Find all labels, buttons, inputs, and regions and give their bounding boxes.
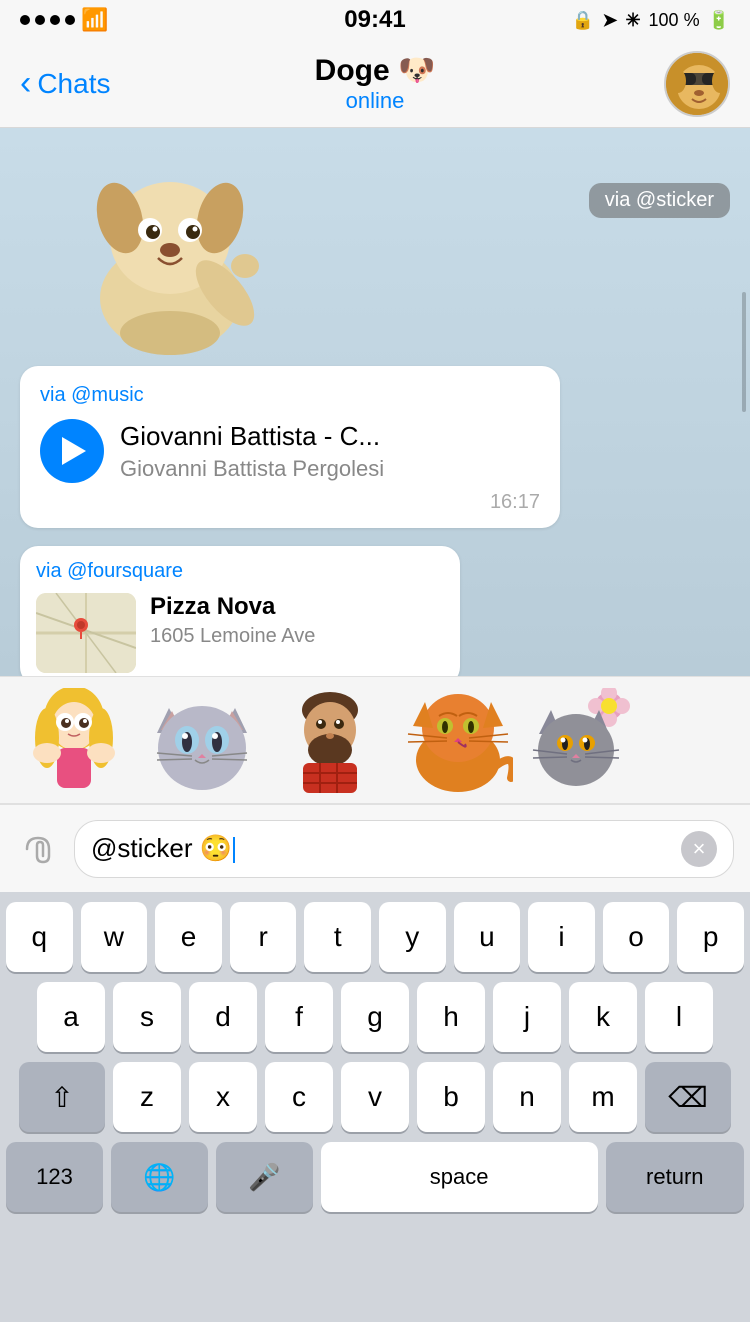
music-content: Giovanni Battista - C... Giovanni Battis…: [40, 419, 540, 483]
sticker-man[interactable]: [270, 685, 390, 795]
via-foursquare-label: via @foursquare: [36, 560, 444, 583]
numbers-key[interactable]: 123: [6, 1142, 103, 1212]
map-thumbnail: [36, 593, 136, 673]
key-v[interactable]: v: [341, 1062, 409, 1132]
keyboard: q w e r t y u i o p a s d f g h j k l ⇧ …: [0, 892, 750, 1322]
battery-label: 100 %: [649, 10, 700, 31]
key-e[interactable]: e: [155, 902, 222, 972]
wifi-icon: 📶: [81, 7, 108, 33]
key-n[interactable]: n: [493, 1062, 561, 1132]
key-d[interactable]: d: [189, 982, 257, 1052]
play-icon: [62, 437, 86, 465]
delete-key[interactable]: ⌫: [645, 1062, 731, 1132]
sticker-panel: [0, 676, 750, 804]
key-k[interactable]: k: [569, 982, 637, 1052]
signal-dots: [20, 15, 75, 25]
globe-key[interactable]: 🌐: [111, 1142, 208, 1212]
sticker-gray-cat[interactable]: [142, 685, 262, 795]
key-g[interactable]: g: [341, 982, 409, 1052]
key-t[interactable]: t: [304, 902, 371, 972]
clear-icon: ×: [693, 836, 706, 862]
nav-bar: ‹ Chats Doge 🐶 online: [0, 40, 750, 128]
dog-sticker-image: [50, 148, 290, 358]
location-icon: ➤: [602, 10, 617, 31]
keyboard-row-4: 123 🌐 🎤 space return: [6, 1142, 744, 1212]
key-w[interactable]: w: [81, 902, 148, 972]
status-left: 📶: [20, 7, 108, 33]
place-name: Pizza Nova: [150, 593, 315, 621]
key-r[interactable]: r: [230, 902, 297, 972]
avatar-image: [666, 51, 728, 117]
keyboard-row-2: a s d f g h j k l: [6, 982, 744, 1052]
key-z[interactable]: z: [113, 1062, 181, 1132]
mic-key[interactable]: 🎤: [216, 1142, 313, 1212]
via-music-label: via @music: [40, 384, 540, 407]
back-label: Chats: [37, 68, 110, 100]
text-cursor: [233, 837, 235, 863]
shift-key[interactable]: ⇧: [19, 1062, 105, 1132]
key-b[interactable]: b: [417, 1062, 485, 1132]
key-m[interactable]: m: [569, 1062, 637, 1132]
input-field[interactable]: @sticker 😳 ×: [74, 820, 734, 878]
key-f[interactable]: f: [265, 982, 333, 1052]
foursquare-content: Pizza Nova 1605 Lemoine Ave: [36, 593, 444, 673]
sticker-message: [0, 128, 340, 358]
chat-title: Doge 🐶: [315, 53, 436, 88]
chat-area: 16:17 via @sticker via @music Giovanni B…: [0, 128, 750, 676]
music-message: via @music Giovanni Battista - C... Giov…: [20, 366, 560, 528]
clear-button[interactable]: ×: [681, 831, 717, 867]
sticker-orange-cat[interactable]: [398, 685, 518, 795]
status-right: 🔒 ➤ ✳ 100 % 🔋: [572, 10, 730, 31]
foursquare-message: via @foursquare Pizza Nova 1605 Lemoine …: [20, 546, 460, 676]
via-sticker-label: via @sticker: [589, 183, 730, 218]
place-info: Pizza Nova 1605 Lemoine Ave: [150, 593, 315, 648]
sticker-cat-flower[interactable]: [526, 685, 646, 795]
battery-icon: 🔋: [708, 10, 730, 31]
input-bar: @sticker 😳 ×: [0, 804, 750, 892]
key-h[interactable]: h: [417, 982, 485, 1052]
key-p[interactable]: p: [677, 902, 744, 972]
input-text: @sticker 😳: [91, 833, 681, 864]
key-i[interactable]: i: [528, 902, 595, 972]
place-address: 1605 Lemoine Ave: [150, 625, 315, 648]
status-time: 09:41: [344, 6, 405, 34]
sticker-girl[interactable]: [14, 685, 134, 795]
keyboard-row-3: ⇧ z x c v b n m ⌫: [6, 1062, 744, 1132]
play-button[interactable]: [40, 419, 104, 483]
nav-center: Doge 🐶 online: [315, 53, 436, 114]
attach-button[interactable]: [16, 827, 60, 871]
status-bar: 📶 09:41 🔒 ➤ ✳ 100 % 🔋: [0, 0, 750, 40]
return-key[interactable]: return: [606, 1142, 744, 1212]
keyboard-row-1: q w e r t y u i o p: [6, 902, 744, 972]
space-key[interactable]: space: [321, 1142, 598, 1212]
online-status: online: [315, 88, 436, 114]
key-s[interactable]: s: [113, 982, 181, 1052]
music-timestamp: 16:17: [40, 491, 540, 514]
music-artist: Giovanni Battista Pergolesi: [120, 456, 540, 482]
avatar[interactable]: [664, 51, 730, 117]
key-o[interactable]: o: [603, 902, 670, 972]
lock-icon: 🔒: [572, 10, 594, 31]
key-l[interactable]: l: [645, 982, 713, 1052]
key-q[interactable]: q: [6, 902, 73, 972]
scrollbar: [742, 292, 746, 412]
bluetooth-icon: ✳: [625, 10, 640, 31]
back-button[interactable]: ‹ Chats: [20, 64, 110, 103]
key-u[interactable]: u: [454, 902, 521, 972]
key-x[interactable]: x: [189, 1062, 257, 1132]
music-title: Giovanni Battista - C...: [120, 421, 540, 452]
music-info: Giovanni Battista - C... Giovanni Battis…: [120, 421, 540, 482]
key-a[interactable]: a: [37, 982, 105, 1052]
chevron-left-icon: ‹: [20, 64, 31, 103]
key-y[interactable]: y: [379, 902, 446, 972]
key-j[interactable]: j: [493, 982, 561, 1052]
key-c[interactable]: c: [265, 1062, 333, 1132]
